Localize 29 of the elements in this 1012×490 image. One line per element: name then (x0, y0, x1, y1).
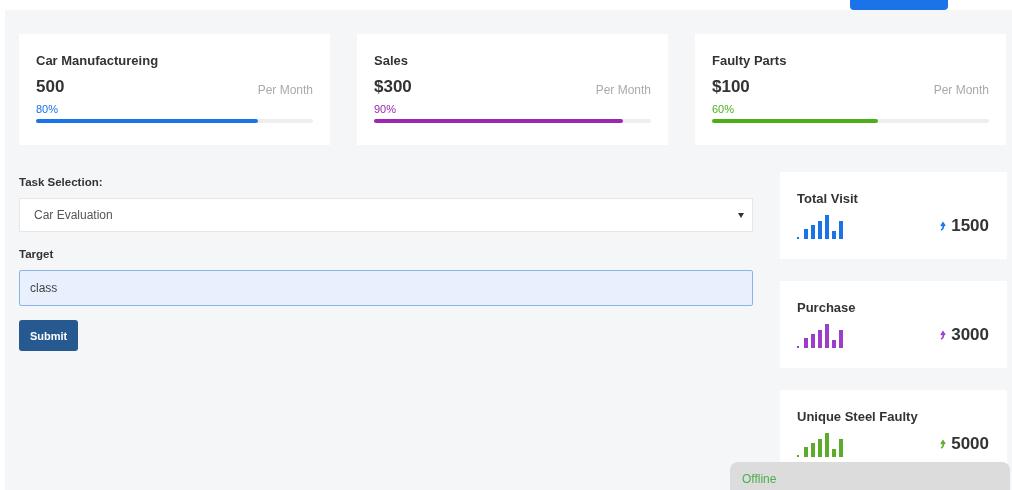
card-value: $100 (712, 77, 750, 97)
task-dropdown[interactable]: Car Evaluation (19, 198, 753, 232)
period-label: Per Month (257, 83, 313, 97)
stat-value: 3000 (951, 325, 989, 345)
card-title: Car Manufactureing (36, 53, 159, 68)
stat-title: Purchase (797, 300, 856, 315)
period-label: Per Month (595, 83, 651, 97)
percent-label: 60% (712, 103, 735, 115)
field-label: Target (19, 248, 54, 260)
card-value: 500 (36, 77, 65, 97)
card-title: Sales (374, 53, 408, 68)
button[interactable] (850, 0, 948, 10)
stat-value: 1500 (951, 216, 989, 236)
stat-title: Unique Steel Faulty (797, 409, 918, 424)
arrow-up-icon (940, 330, 947, 340)
offline-toast: Offline (730, 462, 1010, 490)
stat-value: 5000 (951, 434, 989, 454)
percent-label: 80% (36, 103, 59, 115)
submit-button[interactable]: Submit (19, 320, 79, 351)
stat-title: Total Visit (797, 191, 858, 206)
arrow-up-icon (940, 439, 947, 449)
arrow-up-icon (940, 221, 947, 231)
target-field[interactable]: class (19, 270, 753, 306)
field-label: Task Selection: (19, 176, 103, 188)
card-title: Faulty Parts (712, 53, 787, 68)
percent-label: 90% (374, 103, 397, 115)
card-value: $300 (374, 77, 412, 97)
caret-icon (738, 212, 744, 218)
period-label: Per Month (933, 83, 989, 97)
